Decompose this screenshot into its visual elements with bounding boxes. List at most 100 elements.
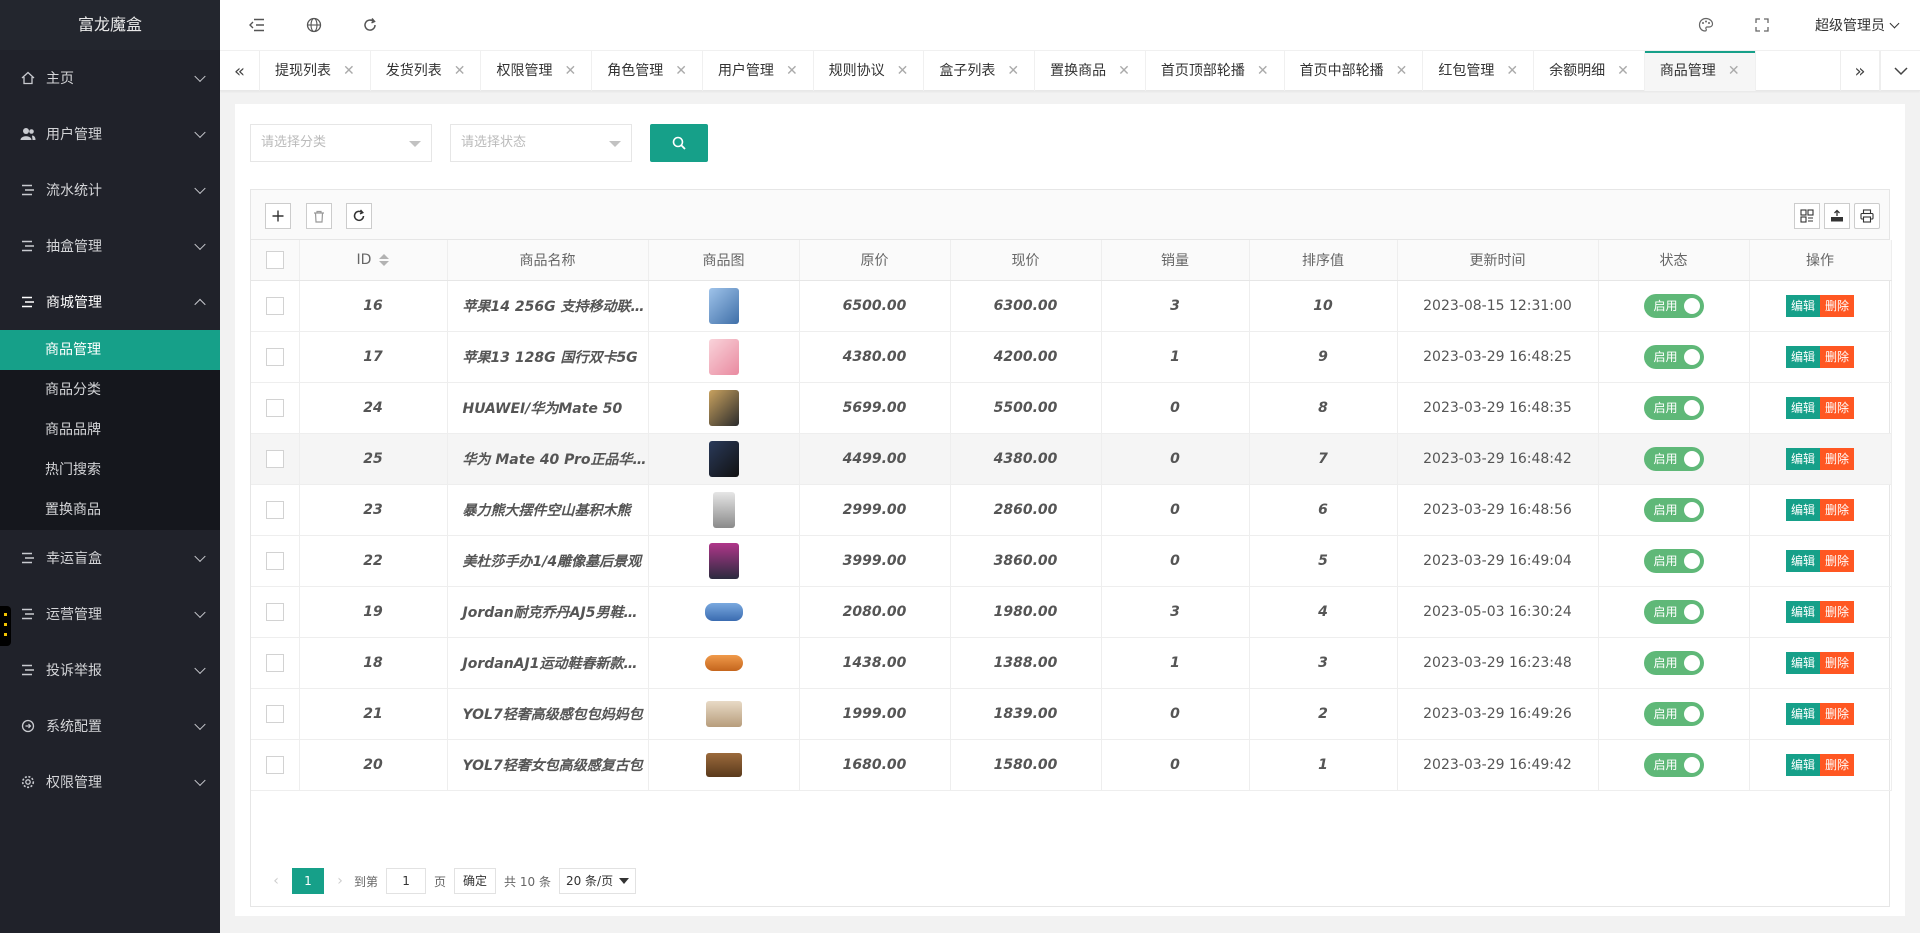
fullscreen-icon[interactable] [1751, 14, 1773, 36]
status-toggle[interactable]: 启用 [1643, 599, 1704, 624]
edit-button[interactable]: 编辑 [1785, 447, 1820, 470]
status-toggle[interactable]: 启用 [1643, 497, 1704, 522]
close-icon[interactable]: ✕ [1007, 51, 1019, 91]
sidebar-subitem-exchange[interactable]: 置换商品 [0, 490, 220, 530]
edit-button[interactable]: 编辑 [1785, 753, 1820, 776]
edit-button[interactable]: 编辑 [1785, 651, 1820, 674]
tabs-scroll-left-icon[interactable]: « [220, 51, 260, 91]
sidebar-item-box-draw[interactable]: 抽盒管理 [0, 218, 220, 274]
tab-balance-details[interactable]: 余额明细 ✕ [1534, 51, 1645, 91]
row-checkbox[interactable] [265, 551, 284, 570]
sidebar-item-operations[interactable]: 运营管理 [0, 586, 220, 642]
select-all-checkbox[interactable] [265, 250, 284, 269]
sidebar-item-system-config[interactable]: 系统配置 [0, 698, 220, 754]
tab-user-management[interactable]: 用户管理 ✕ [703, 51, 814, 91]
tab-product-management[interactable]: 商品管理 ✕ [1644, 51, 1756, 91]
close-icon[interactable]: ✕ [564, 51, 576, 91]
close-icon[interactable]: ✕ [675, 51, 687, 91]
tab-withdraw-list[interactable]: 提现列表 ✕ [260, 51, 371, 91]
sidebar-item-permissions[interactable]: 权限管理 [0, 754, 220, 810]
goto-page-input[interactable]: 1 [386, 868, 427, 894]
sidebar-item-lucky-box[interactable]: 幸运盲盒 [0, 530, 220, 586]
export-button[interactable] [1824, 203, 1850, 229]
prev-page-icon[interactable]: ‹ [266, 873, 286, 889]
product-thumbnail[interactable] [708, 440, 739, 477]
row-checkbox[interactable] [265, 653, 284, 672]
row-checkbox[interactable] [265, 347, 284, 366]
close-icon[interactable]: ✕ [1506, 51, 1518, 91]
print-button[interactable] [1854, 203, 1880, 229]
product-thumbnail[interactable] [705, 700, 742, 727]
row-checkbox[interactable] [265, 296, 284, 315]
status-toggle[interactable]: 启用 [1643, 344, 1704, 369]
edit-button[interactable]: 编辑 [1785, 294, 1820, 317]
tab-box-list[interactable]: 盒子列表 ✕ [924, 51, 1036, 91]
tab-permission-management[interactable]: 权限管理 ✕ [481, 51, 593, 91]
sidebar-item-complaints[interactable]: 投诉举报 [0, 642, 220, 698]
status-toggle[interactable]: 启用 [1643, 446, 1704, 471]
tab-home-top-carousel[interactable]: 首页顶部轮播 ✕ [1146, 51, 1285, 91]
sidebar-subitem-products[interactable]: 商品管理 [0, 330, 220, 370]
delete-button[interactable]: 删除 [1820, 702, 1855, 725]
delete-button[interactable]: 删除 [1820, 753, 1855, 776]
status-toggle[interactable]: 启用 [1643, 293, 1704, 318]
close-icon[interactable]: ✕ [897, 51, 909, 91]
goto-confirm-button[interactable]: 确定 [454, 868, 497, 894]
product-thumbnail[interactable] [708, 389, 739, 426]
globe-icon[interactable] [303, 14, 325, 36]
column-header-id[interactable]: ID [299, 240, 448, 281]
sidebar-item-home[interactable]: 主页 [0, 50, 220, 106]
theme-palette-icon[interactable] [1695, 14, 1717, 36]
close-icon[interactable]: ✕ [1617, 51, 1629, 91]
status-toggle[interactable]: 启用 [1643, 548, 1704, 573]
product-thumbnail[interactable] [712, 491, 735, 528]
status-toggle[interactable]: 启用 [1643, 701, 1704, 726]
tab-role-management[interactable]: 角色管理 ✕ [592, 51, 703, 91]
next-page-icon[interactable]: › [330, 873, 350, 889]
close-icon[interactable]: ✕ [1396, 51, 1408, 91]
edit-button[interactable]: 编辑 [1785, 345, 1820, 368]
product-thumbnail[interactable] [708, 542, 739, 579]
status-toggle[interactable]: 启用 [1643, 395, 1704, 420]
row-checkbox[interactable] [265, 449, 284, 468]
tab-exchange-goods[interactable]: 置换商品 ✕ [1035, 51, 1146, 91]
product-thumbnail[interactable] [704, 602, 743, 621]
row-checkbox[interactable] [265, 704, 284, 723]
delete-button[interactable]: 删除 [1820, 294, 1855, 317]
reload-button[interactable] [346, 203, 372, 229]
status-toggle[interactable]: 启用 [1643, 752, 1704, 777]
refresh-icon[interactable] [359, 14, 381, 36]
sidebar-subitem-categories[interactable]: 商品分类 [0, 370, 220, 410]
collapse-sidebar-icon[interactable] [246, 14, 268, 36]
add-button[interactable] [265, 203, 291, 229]
delete-button[interactable]: 删除 [1820, 345, 1855, 368]
tab-shipping-list[interactable]: 发货列表 ✕ [371, 51, 482, 91]
status-select[interactable]: 请选择状态 [450, 124, 632, 162]
delete-selected-button[interactable] [306, 203, 332, 229]
product-thumbnail[interactable] [708, 287, 739, 324]
columns-filter-button[interactable] [1794, 203, 1820, 229]
product-thumbnail[interactable] [704, 654, 743, 671]
delete-button[interactable]: 删除 [1820, 600, 1855, 623]
product-thumbnail[interactable] [708, 338, 739, 375]
delete-button[interactable]: 删除 [1820, 447, 1855, 470]
row-checkbox[interactable] [265, 755, 284, 774]
close-icon[interactable]: ✕ [1728, 51, 1740, 91]
sidebar-item-flow-stats[interactable]: 流水统计 [0, 162, 220, 218]
edit-button[interactable]: 编辑 [1785, 702, 1820, 725]
edit-button[interactable]: 编辑 [1785, 396, 1820, 419]
close-icon[interactable]: ✕ [343, 51, 355, 91]
edit-button[interactable]: 编辑 [1785, 549, 1820, 572]
close-icon[interactable]: ✕ [1257, 51, 1269, 91]
edit-button[interactable]: 编辑 [1785, 498, 1820, 521]
tabs-menu-chevron-icon[interactable] [1880, 51, 1920, 91]
close-icon[interactable]: ✕ [786, 51, 798, 91]
product-thumbnail[interactable] [705, 752, 742, 777]
sort-icon[interactable] [379, 253, 390, 266]
search-button[interactable] [650, 124, 708, 162]
row-checkbox[interactable] [265, 500, 284, 519]
tab-home-middle-carousel[interactable]: 首页中部轮播 ✕ [1285, 51, 1424, 91]
side-drawer-handle[interactable] [0, 606, 11, 646]
close-icon[interactable]: ✕ [454, 51, 466, 91]
sidebar-subitem-brands[interactable]: 商品品牌 [0, 410, 220, 450]
